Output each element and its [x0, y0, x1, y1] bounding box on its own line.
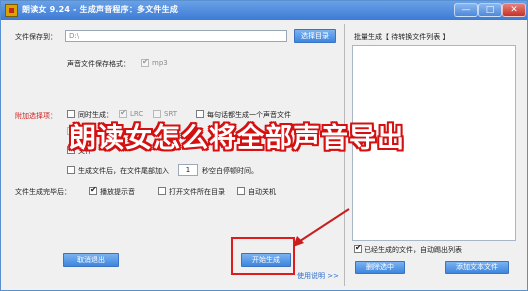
maximize-button[interactable]: □	[478, 3, 502, 17]
play-sound-label: 播放提示音	[100, 188, 135, 196]
help-link[interactable]: 使用说明 >>	[297, 271, 339, 281]
remove-selected-button[interactable]: 删除选中	[355, 261, 405, 274]
auto-shutdown-label: 自动关机	[248, 188, 276, 196]
options-header: 附加选择项：	[15, 112, 57, 120]
save-path-input[interactable]: D:\	[65, 30, 287, 42]
minimize-button[interactable]: —	[454, 3, 478, 17]
pointer-arrow-icon	[293, 208, 350, 247]
open-directory-label: 打开文件所在目录	[169, 188, 225, 196]
silence-seconds-input[interactable]: 1	[178, 164, 198, 176]
mp3-label: mp3	[152, 59, 168, 67]
on-finish-label: 文件生成完毕后：	[15, 188, 71, 196]
choose-directory-button[interactable]: 选择目录	[294, 29, 336, 43]
window-title: 朗读女 9.24 - 生成声音程序：多文件生成	[22, 5, 179, 14]
format-label: 声音文件保存格式：	[67, 60, 130, 68]
append-silence-checkbox[interactable]	[67, 166, 75, 174]
auto-remove-label: 已经生成的文件，自动踢出列表	[364, 246, 462, 254]
open-directory-checkbox[interactable]	[158, 187, 166, 195]
close-button[interactable]: ✕	[502, 3, 526, 17]
append-silence-label: 生成文件后，在文件尾部加入	[78, 167, 169, 175]
app-logo-icon	[5, 4, 18, 17]
tutorial-overlay-caption: 朗读女怎么将全部声音导出	[69, 123, 405, 154]
mp3-checkbox[interactable]	[141, 57, 149, 67]
batch-header: 批量生成【 待转换文件列表 】	[354, 33, 450, 41]
save-path-label: 文件保存到：	[15, 33, 57, 41]
add-text-file-button[interactable]: 添加文本文件	[445, 261, 509, 274]
highlight-box	[231, 237, 295, 275]
silence-suffix-label: 秒空白停顿时间。	[202, 167, 258, 175]
play-sound-checkbox[interactable]	[89, 185, 97, 195]
title-bar[interactable]: 朗读女 9.24 - 生成声音程序：多文件生成 — □ ✕	[1, 1, 527, 20]
cancel-exit-button[interactable]: 取消退出	[63, 253, 119, 267]
auto-shutdown-checkbox[interactable]	[237, 187, 245, 195]
app-window: 朗读女 9.24 - 生成声音程序：多文件生成 — □ ✕ 文件保存到： D:\…	[0, 0, 528, 291]
auto-remove-checkbox[interactable]	[354, 243, 362, 253]
